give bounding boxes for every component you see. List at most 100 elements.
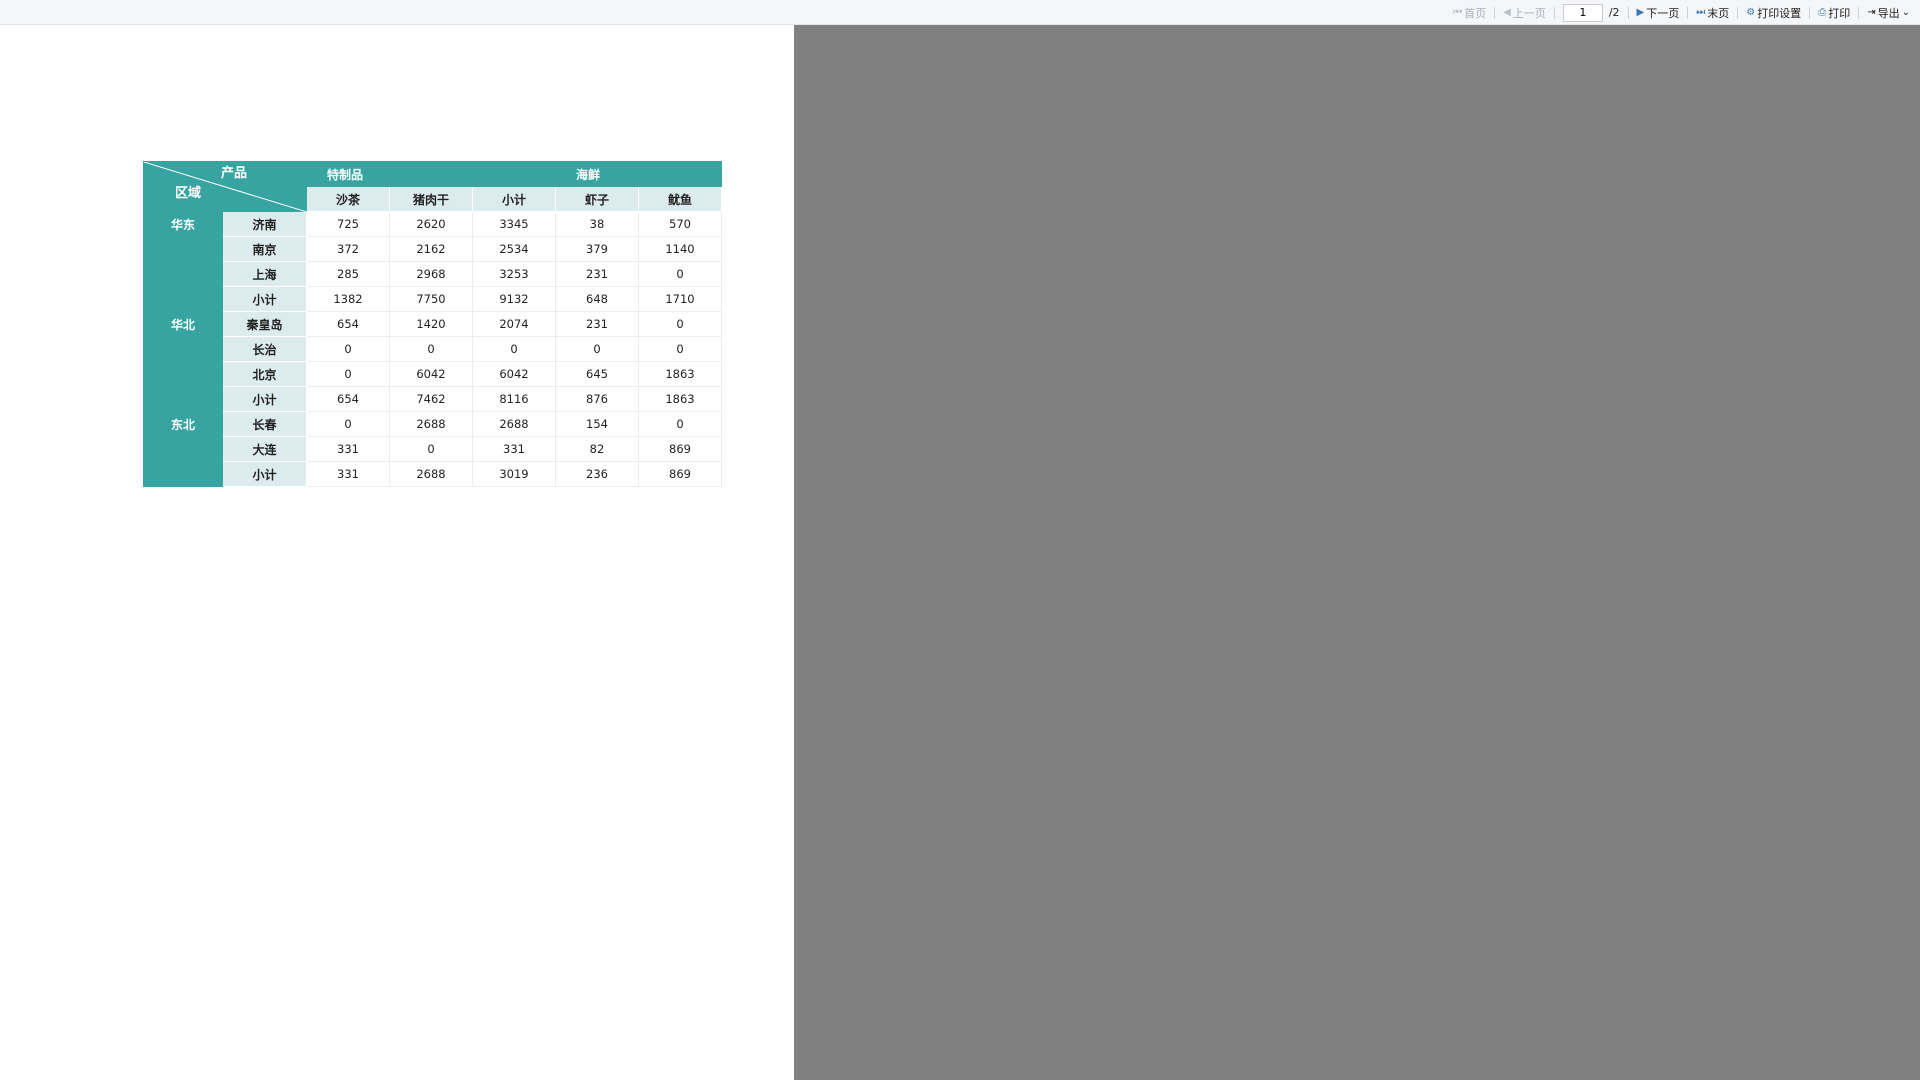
value-cell: 379 [555,236,639,262]
last-page-icon: ⏭ [1696,7,1706,18]
region-cell: 华北 [143,311,223,412]
value-cell: 2534 [472,236,556,262]
table-row: 南京 372 2162 2534 379 1140 [144,236,722,262]
table-row: 小计 331 2688 3019 236 869 [144,461,722,487]
print-button[interactable]: ⎙ 打印 [1812,5,1856,21]
value-cell: 0 [389,436,473,462]
value-cell: 7462 [389,386,473,412]
value-cell: 3345 [472,211,556,237]
city-cell: 大连 [222,436,307,462]
product-header: 猪肉干 [389,186,473,212]
value-cell: 0 [555,336,639,362]
city-cell: 北京 [222,361,307,387]
value-cell: 38 [555,211,639,237]
toolbar-divider [1858,6,1860,19]
report-page: 产品 区域 特制品 海鲜 沙茶 猪肉干 小计 虾子 鱿鱼 华东 济南 725 2620… [0,25,794,1080]
city-cell: 小计 [222,461,307,487]
export-button[interactable]: ⇥ 导出 ⌄ [1861,5,1916,21]
gear-icon: ⚙ [1746,7,1756,18]
value-cell: 6042 [389,361,473,387]
product-header: 沙茶 [306,186,390,212]
city-cell: 秦皇岛 [222,311,307,337]
product-header: 鱿鱼 [638,186,722,212]
value-cell: 876 [555,386,639,412]
toolbar-divider [1687,6,1689,19]
prev-page-icon: ◀ [1503,7,1511,18]
last-page-label: 末页 [1707,6,1730,20]
value-cell: 236 [555,461,639,487]
value-cell: 2162 [389,236,473,262]
table-row: 上海 285 2968 3253 231 0 [144,261,722,287]
corner-row-header: 区域 [175,186,202,201]
toolbar-divider [1809,6,1811,19]
value-cell: 654 [306,311,390,337]
region-cell: 华东 [143,211,223,312]
value-cell: 231 [555,261,639,287]
report-toolbar: ⏮ 首页 ◀ 上一页 /2 ▶ 下一页 ⏭ 末页 ⚙ 打印设置 ⎙ 打印 [0,0,1920,25]
category-header: 海鲜 [555,161,722,187]
value-cell: 648 [555,286,639,312]
value-cell: 2688 [389,411,473,437]
value-cell: 2688 [389,461,473,487]
toolbar-divider [1494,6,1496,19]
city-cell: 上海 [222,261,307,287]
value-cell: 2074 [472,311,556,337]
product-header: 虾子 [555,186,639,212]
value-cell: 1863 [638,386,722,412]
page-number-input[interactable] [1562,3,1603,22]
region-cell: 东北 [143,411,223,487]
city-cell: 济南 [222,211,307,237]
table-row: 大连 331 0 331 82 869 [144,436,722,462]
value-cell: 1382 [306,286,390,312]
value-cell: 231 [555,311,639,337]
table-row: 华东 济南 725 2620 3345 38 570 [143,211,722,312]
first-page-button[interactable]: ⏮ 首页 [1447,5,1492,21]
category-header: 特制品 [306,161,556,187]
toolbar-buttons: ⏮ 首页 ◀ 上一页 /2 ▶ 下一页 ⏭ 末页 ⚙ 打印设置 ⎙ 打印 [1447,0,1920,25]
value-cell: 645 [555,361,639,387]
value-cell: 0 [638,411,722,437]
table-row: 长治 0 0 0 0 0 [144,336,722,362]
prev-page-button[interactable]: ◀ 上一页 [1497,5,1552,21]
table-row: 东北 长春 0 2688 2688 154 0 [143,411,722,487]
print-label: 打印 [1828,6,1851,20]
table-row: 小计 1382 7750 9132 648 1710 [144,286,722,312]
product-header: 小计 [472,186,556,212]
city-cell: 南京 [222,236,307,262]
value-cell: 372 [306,236,390,262]
chevron-down-icon: ⌄ [1901,7,1910,18]
value-cell: 7750 [389,286,473,312]
value-cell: 331 [306,461,390,487]
last-page-button[interactable]: ⏭ 末页 [1690,5,1735,21]
value-cell: 82 [555,436,639,462]
toolbar-divider [1553,6,1555,19]
value-cell: 654 [306,386,390,412]
city-cell: 长春 [222,411,307,437]
next-page-icon: ▶ [1636,7,1645,18]
toolbar-divider [1737,6,1739,19]
first-page-icon: ⏮ [1453,7,1463,18]
value-cell: 0 [638,261,722,287]
value-cell: 869 [638,436,722,462]
value-cell: 0 [306,336,390,362]
value-cell: 1140 [638,236,722,262]
value-cell: 3253 [472,261,556,287]
city-cell: 长治 [222,336,307,362]
first-page-label: 首页 [1464,6,1487,20]
next-page-button[interactable]: ▶ 下一页 [1631,5,1686,21]
value-cell: 0 [638,311,722,337]
table-row: 北京 0 6042 6042 645 1863 [144,361,722,387]
city-cell: 小计 [222,286,307,312]
corner-column-header: 产品 [221,166,248,181]
table-row: 小计 654 7462 8116 876 1863 [144,386,722,412]
corner-header: 产品 区域 [143,161,307,212]
print-settings-button[interactable]: ⚙ 打印设置 [1740,5,1807,21]
printer-icon: ⎙ [1818,7,1827,18]
value-cell: 2968 [389,261,473,287]
value-cell: 0 [472,336,556,362]
print-settings-label: 打印设置 [1757,6,1802,20]
value-cell: 0 [306,361,390,387]
value-cell: 9132 [472,286,556,312]
export-label: 导出 [1877,6,1900,20]
value-cell: 2620 [389,211,473,237]
